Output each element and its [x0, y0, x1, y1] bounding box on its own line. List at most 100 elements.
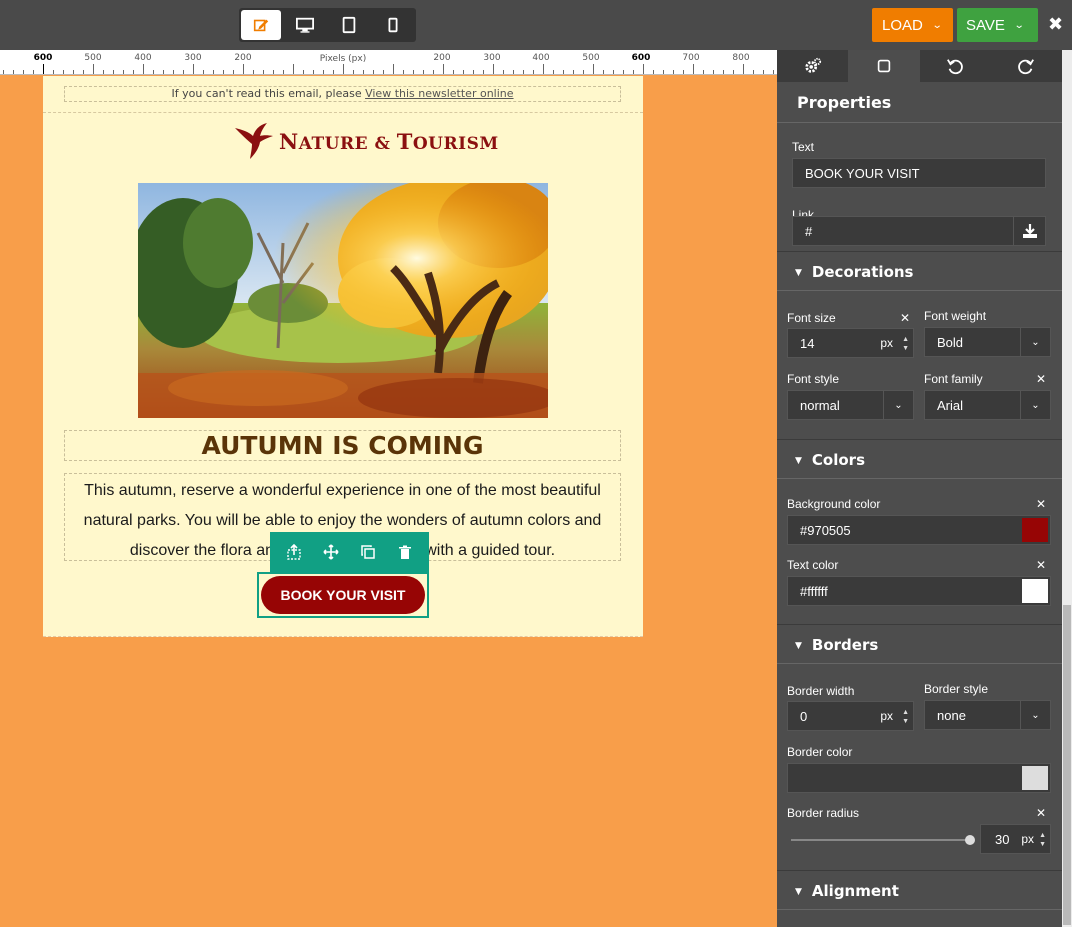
tab-settings[interactable]	[777, 50, 848, 82]
ruler-tick	[143, 64, 144, 74]
ruler-tick	[183, 70, 184, 74]
ruler-tick	[463, 70, 464, 74]
text-color-input[interactable]: #ffffff	[787, 576, 1051, 606]
border-style-select[interactable]: none ⌄	[924, 700, 1051, 730]
move-icon[interactable]	[323, 544, 339, 560]
font-size-label: Font size	[787, 311, 836, 325]
font-weight-select[interactable]: Bold ⌄	[924, 327, 1051, 357]
ruler-tick	[483, 70, 484, 74]
text-link-section: Text BOOK YOUR VISIT Link #	[777, 123, 1062, 251]
border-radius-slider-handle[interactable]	[965, 835, 975, 845]
heading-block[interactable]: AUTUMN IS COMING	[64, 430, 621, 461]
close-icon[interactable]: ✖	[1048, 15, 1063, 35]
stepper-icon[interactable]: ▲ ▼	[902, 335, 909, 353]
logo: NATURE & TOURISM	[233, 122, 499, 160]
ruler-label: 200	[234, 53, 252, 63]
ruler-tick	[193, 64, 194, 74]
section-borders[interactable]: ▼ Borders	[777, 624, 1062, 664]
text-input[interactable]: BOOK YOUR VISIT	[792, 158, 1046, 188]
panel-scrollbar[interactable]	[1062, 50, 1072, 927]
ruler-tick	[753, 70, 754, 74]
clear-font-family-icon[interactable]: ✕	[1036, 372, 1046, 386]
caret-down-icon: ▼	[795, 456, 802, 466]
square-icon	[877, 59, 891, 73]
border-radius-slider[interactable]	[791, 839, 971, 841]
duplicate-icon[interactable]	[360, 544, 376, 560]
ruler-tick	[233, 70, 234, 74]
block-toolbar	[270, 532, 429, 572]
font-style-select[interactable]: normal ⌄	[787, 390, 914, 420]
ruler-label: 400	[134, 53, 152, 63]
selected-button-block[interactable]: BOOK YOUR VISIT	[257, 572, 429, 618]
ruler-tick	[763, 70, 764, 74]
stepper-icon[interactable]: ▲ ▼	[1039, 831, 1046, 849]
ruler-tick	[633, 70, 634, 74]
section-colors[interactable]: ▼ Colors	[777, 439, 1062, 479]
edit-mode-button[interactable]	[241, 10, 281, 40]
ruler-tick	[623, 70, 624, 74]
redo-icon	[1018, 59, 1035, 75]
undo-button[interactable]	[920, 50, 991, 82]
border-color-swatch[interactable]	[1022, 766, 1048, 790]
font-family-select[interactable]: Arial ⌄	[924, 390, 1051, 420]
ruler-tick	[23, 70, 24, 74]
panel-title: Properties	[777, 82, 1062, 123]
gear-icon	[804, 57, 821, 73]
ruler-tick	[43, 64, 44, 74]
chevron-down-icon: ⌄	[1020, 328, 1050, 356]
clear-text-color-icon[interactable]: ✕	[1036, 558, 1046, 572]
edit-icon	[253, 19, 269, 32]
stepper-icon[interactable]: ▲ ▼	[902, 708, 909, 726]
border-width-input[interactable]: 0 px ▲ ▼	[787, 701, 914, 731]
email-canvas: If you can't read this email, please Vie…	[43, 76, 643, 637]
link-download-button[interactable]	[1013, 217, 1045, 245]
view-online-link[interactable]: View this newsletter online	[365, 87, 513, 100]
autumn-landscape-image	[138, 183, 548, 418]
section-decorations[interactable]: ▼ Decorations	[777, 251, 1062, 291]
ruler-label: 500	[582, 53, 600, 63]
background-color-label: Background color	[787, 497, 881, 511]
caret-down-icon: ▼	[795, 887, 802, 897]
ruler-tick	[733, 70, 734, 74]
tab-block[interactable]	[848, 50, 920, 82]
load-button[interactable]: LOAD ⌄	[872, 8, 953, 42]
section-alignment[interactable]: ▼ Alignment	[777, 870, 1062, 910]
heading-text: AUTUMN IS COMING	[201, 431, 484, 460]
ruler-tick	[93, 64, 94, 74]
properties-panel: Properties Text BOOK YOUR VISIT Link # ▼…	[777, 50, 1062, 927]
ruler-label: 300	[184, 53, 202, 63]
ruler-tick	[53, 70, 54, 74]
ruler-label: 600	[33, 53, 53, 63]
clear-font-size-icon[interactable]: ✕	[900, 311, 910, 325]
background-color-swatch[interactable]	[1022, 518, 1048, 542]
redo-button[interactable]	[991, 50, 1062, 82]
save-button[interactable]: SAVE ⌄	[957, 8, 1038, 42]
ruler-tick	[283, 70, 284, 74]
trash-icon[interactable]	[397, 544, 413, 560]
ruler-tick	[693, 64, 694, 74]
upload-icon[interactable]	[286, 544, 302, 560]
tablet-preview-button[interactable]	[329, 10, 369, 40]
book-your-visit-button[interactable]: BOOK YOUR VISIT	[261, 576, 425, 614]
mobile-preview-button[interactable]	[373, 10, 413, 40]
desktop-preview-button[interactable]	[285, 10, 325, 40]
preview-mode-group	[239, 8, 416, 42]
clear-border-radius-icon[interactable]: ✕	[1036, 806, 1046, 820]
ruler-label: 800	[732, 53, 750, 63]
desktop-icon	[296, 17, 314, 33]
background-color-input[interactable]: #970505	[787, 515, 1051, 545]
ruler-tick	[673, 70, 674, 74]
scrollbar-thumb[interactable]	[1063, 605, 1071, 925]
border-radius-input[interactable]: 30 px ▲ ▼	[980, 824, 1051, 854]
hero-image[interactable]	[138, 183, 548, 418]
load-label: LOAD	[882, 16, 923, 34]
link-input[interactable]: #	[792, 216, 1046, 246]
border-color-input[interactable]	[787, 763, 1051, 793]
undo-icon	[947, 59, 963, 75]
font-size-input[interactable]: 14 px ▲ ▼	[787, 328, 914, 358]
ruler-label: 600	[631, 53, 651, 63]
ruler-tick	[133, 70, 134, 74]
clear-bg-color-icon[interactable]: ✕	[1036, 497, 1046, 511]
preheader-block[interactable]: If you can't read this email, please Vie…	[64, 86, 621, 102]
text-color-swatch[interactable]	[1022, 579, 1048, 603]
